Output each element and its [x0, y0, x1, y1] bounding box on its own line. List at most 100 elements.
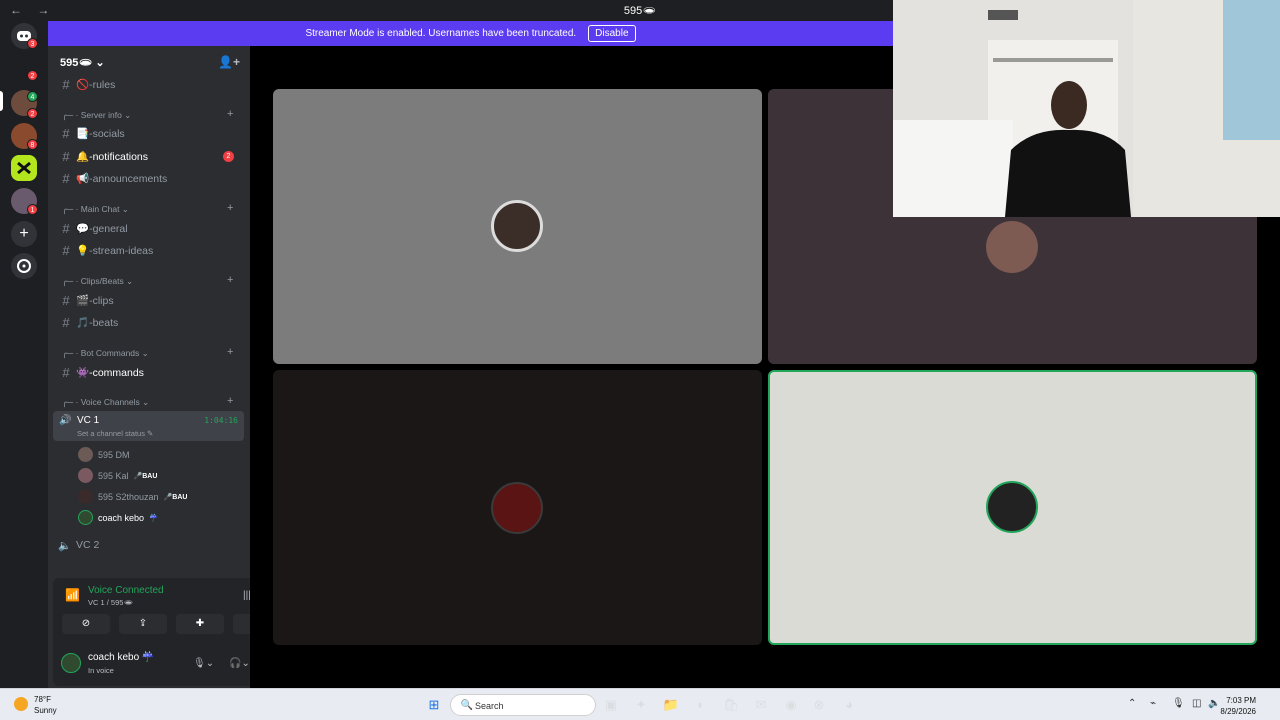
- video-tile-speaking[interactable]: [768, 370, 1257, 645]
- member-tag: 🎤BAU: [163, 493, 188, 501]
- discover-icon[interactable]: [11, 253, 37, 279]
- signal-icon[interactable]: 📶: [65, 588, 80, 602]
- video-tile[interactable]: [273, 370, 762, 645]
- camera-off-button[interactable]: ⊘: [62, 614, 110, 634]
- wifi-icon[interactable]: ◫: [1192, 698, 1201, 709]
- channel-general[interactable]: # 💬-general: [56, 218, 246, 238]
- streamer-mode-banner: Streamer Mode is enabled. Usernames have…: [48, 21, 893, 46]
- hash-icon: #: [62, 125, 70, 141]
- avatar: [78, 489, 93, 504]
- voice-connected-label: Voice Connected: [88, 585, 164, 596]
- category-clips-beats[interactable]: ╭─ · Clips/Beats ⌄ +: [62, 274, 233, 287]
- headphones-icon[interactable]: 🎧⌄: [229, 658, 250, 669]
- voice-channel-vc1[interactable]: 🔊 VC 1 1:04:16 Set a channel status ✎: [53, 411, 244, 441]
- speaker-icon: 🔊: [59, 415, 72, 426]
- hash-icon: #: [62, 364, 70, 380]
- invite-icon[interactable]: 👤+: [218, 55, 240, 69]
- avatar[interactable]: [61, 653, 81, 673]
- member-tag: ☔: [149, 514, 158, 522]
- avatar: [78, 468, 93, 483]
- task-view-icon[interactable]: ▣: [602, 696, 620, 714]
- channel-rules[interactable]: # 🚫-rules: [56, 74, 246, 94]
- category-server-info[interactable]: ╭─ · Server info ⌄ +: [62, 108, 233, 121]
- user-name: coach kebo ☔: [88, 652, 155, 663]
- category-main-chat[interactable]: ╭─ · Main Chat ⌄ +: [62, 202, 233, 215]
- avatar: [78, 447, 93, 462]
- server-badge-c: 8: [27, 139, 38, 150]
- member-tag: 🎤BAU: [133, 472, 158, 480]
- hash-icon: #: [62, 314, 70, 330]
- channel-clips[interactable]: # 🎬-clips: [56, 290, 246, 310]
- volume-icon[interactable]: 🔈: [1208, 698, 1220, 709]
- mention-badge: 2: [223, 150, 234, 162]
- voice-member[interactable]: 595 Kal 🎤BAU: [78, 468, 157, 483]
- chevron-up-icon[interactable]: ⌃: [1128, 698, 1136, 709]
- server-rail: 3 2 4 2 8 1 +: [0, 21, 48, 688]
- server-badge-b: 2: [27, 108, 38, 119]
- copilot-icon[interactable]: ✦: [632, 696, 650, 714]
- server-badge-d: 1: [27, 204, 38, 215]
- hash-icon: #: [62, 148, 70, 164]
- channel-stream-ideas[interactable]: # 💡-stream-ideas: [56, 240, 246, 260]
- voice-member[interactable]: coach kebo ☔: [78, 510, 158, 525]
- vc1-name: VC 1: [77, 415, 100, 426]
- avatar: [491, 200, 543, 252]
- edge-icon[interactable]: ◐: [692, 696, 710, 714]
- dm-badge: 2: [27, 70, 38, 81]
- channel-sidebar: 595🕳 ⌄ 👤+ # 🚫-rules ╭─ · Server info ⌄ + #…: [48, 46, 295, 688]
- channel-status-link[interactable]: Set a channel status ✎: [77, 429, 153, 438]
- add-channel-icon[interactable]: +: [227, 274, 233, 286]
- channel-commands[interactable]: # 👾-commands: [56, 362, 246, 382]
- activities-button[interactable]: ✚: [176, 614, 224, 634]
- speaker-icon: 🔈: [58, 539, 72, 552]
- mic-tray-icon[interactable]: 🎙: [1172, 698, 1185, 709]
- system-clock[interactable]: 7:03 PM 8/29/2026: [1220, 695, 1256, 717]
- voice-connected-sub[interactable]: VC 1 / 595🕳: [88, 598, 133, 607]
- server-badge-a: 4: [27, 91, 38, 102]
- voice-channel-vc2[interactable]: 🔈 VC 2: [58, 535, 248, 555]
- hash-icon: #: [62, 242, 70, 258]
- channel-notifications[interactable]: # 🔔-notifications 2: [56, 146, 246, 166]
- weather-widget[interactable]: 78°F Sunny: [34, 694, 57, 716]
- store-icon[interactable]: 🛍: [722, 696, 740, 714]
- mic-icon[interactable]: 🎙⌄: [193, 658, 214, 669]
- server-icon-3[interactable]: [11, 155, 37, 181]
- file-explorer-icon[interactable]: 📁: [662, 696, 680, 714]
- network-icon[interactable]: ⌁: [1150, 698, 1156, 709]
- add-channel-icon[interactable]: +: [227, 346, 233, 358]
- avatar: [491, 482, 543, 534]
- disable-button[interactable]: Disable: [588, 25, 636, 42]
- channel-beats[interactable]: # 🎵-beats: [56, 312, 246, 332]
- hash-icon: #: [62, 292, 70, 308]
- hash-icon: #: [62, 170, 70, 186]
- discord-taskbar-icon[interactable]: ◕: [840, 696, 858, 714]
- add-channel-icon[interactable]: +: [227, 395, 233, 407]
- voice-member[interactable]: 595 S2thouzan 🎤BAU: [78, 489, 187, 504]
- add-channel-icon[interactable]: +: [227, 108, 233, 120]
- category-bot-commands[interactable]: ╭─ · Bot Commands ⌄ +: [62, 346, 233, 359]
- weather-sun-icon[interactable]: [14, 697, 28, 711]
- chrome-icon[interactable]: ◉: [782, 696, 800, 714]
- screen-share-button[interactable]: ⇪: [119, 614, 167, 634]
- home-badge: 3: [27, 38, 38, 49]
- hash-icon: #: [62, 76, 70, 92]
- hash-icon: #: [62, 220, 70, 236]
- user-status: In voice: [88, 666, 114, 675]
- xbox-icon[interactable]: ⊗: [810, 696, 828, 714]
- channel-socials[interactable]: # 📑-socials: [56, 123, 246, 143]
- search-icon: 🔍: [460, 700, 474, 711]
- channel-announcements[interactable]: # 📢-announcements: [56, 168, 246, 188]
- video-tile[interactable]: [273, 89, 762, 364]
- banner-text: Streamer Mode is enabled. Usernames have…: [305, 28, 577, 39]
- webcam-overlay: [893, 0, 1280, 217]
- outlook-icon[interactable]: ✉: [752, 696, 770, 714]
- voice-member[interactable]: 595 DM: [78, 447, 130, 462]
- avatar: [986, 221, 1038, 273]
- windows-taskbar: 78°F Sunny ⊞ Search 🔍 ▣ ✦ 📁 ◐ 🛍 ✉ ◉ ⊗ ◕ …: [0, 688, 1280, 720]
- vc1-timer: 1:04:16: [204, 416, 238, 425]
- windows-start-icon[interactable]: ⊞: [425, 696, 443, 714]
- category-voice-channels[interactable]: ╭─ · Voice Channels ⌄ +: [62, 395, 233, 408]
- add-server-icon[interactable]: +: [11, 221, 37, 247]
- avatar: [78, 510, 93, 525]
- add-channel-icon[interactable]: +: [227, 202, 233, 214]
